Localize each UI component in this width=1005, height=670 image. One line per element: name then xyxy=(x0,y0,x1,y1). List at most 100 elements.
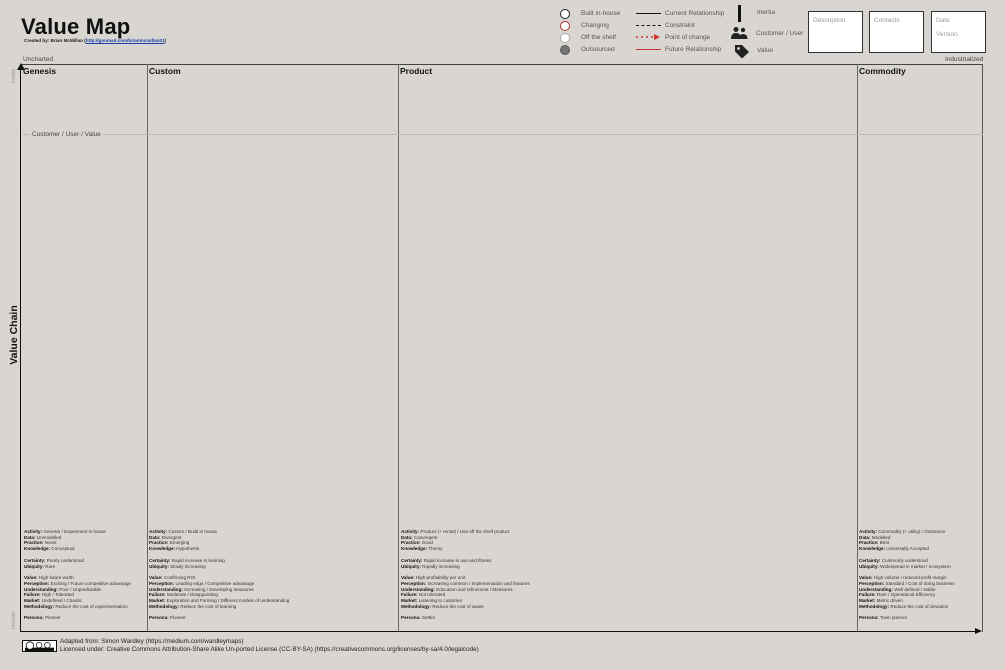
description-value: Convergent xyxy=(412,534,438,540)
description-value: Pioneer xyxy=(168,615,186,621)
description-key: Data: xyxy=(859,534,871,540)
description-key: Persona: xyxy=(24,615,44,621)
description-key: Certainty: xyxy=(859,557,881,563)
description-box[interactable]: Description xyxy=(808,11,863,53)
legend-point-of-change: Point of change xyxy=(665,34,711,41)
customer-user-value-label: Customer / User / Value xyxy=(30,131,103,138)
description-key: Failure: xyxy=(149,592,166,598)
description-value: Reduce the cost of deviation xyxy=(889,603,949,609)
description-value: Not tolerated xyxy=(417,592,446,598)
description-value: Education and refinement / Measures xyxy=(434,586,513,592)
column-custom: Custom xyxy=(149,66,181,76)
column-product: Product xyxy=(400,66,433,76)
description-value: Settler xyxy=(420,615,436,621)
legend-changing: Changing xyxy=(581,22,609,29)
description-key: Practice: xyxy=(401,540,421,546)
built-in-house-circle-icon xyxy=(560,9,570,19)
genesis-description: Activity: Genesis / Experiment in house D… xyxy=(24,529,131,621)
inertia-bar-icon xyxy=(738,5,741,22)
description-key: Failure: xyxy=(859,592,876,598)
divider-product xyxy=(398,64,399,632)
description-key: Failure: xyxy=(401,592,418,598)
changing-circle-icon xyxy=(560,21,570,31)
description-key: Practice: xyxy=(859,540,879,546)
description-value: Product (+ rental) / Use off the shelf p… xyxy=(419,529,510,534)
description-key: Methodology: xyxy=(24,603,55,609)
customer-user-value-line xyxy=(23,134,983,135)
description-key: Knowledge: xyxy=(149,546,176,552)
legend-constraint: Constraint xyxy=(665,22,695,29)
description-value: Unmodelled xyxy=(35,534,62,540)
description-key: Perception: xyxy=(859,580,885,586)
description-key: Persona: xyxy=(401,615,421,621)
description-value: Reduce the cost of waste xyxy=(431,603,484,609)
description-row: Methodology: Reduce the cost of deviatio… xyxy=(859,604,955,610)
legend-value: Value xyxy=(757,47,774,54)
description-value: Theory xyxy=(427,546,443,552)
value-chain-label: Value Chain xyxy=(8,305,20,365)
description-value: Increasing common / Implementation and f… xyxy=(426,580,530,586)
off-the-shelf-circle-icon xyxy=(560,33,570,43)
description-key: Activity: xyxy=(24,529,43,534)
point-of-change-arrow-icon xyxy=(636,34,660,40)
description-value: High profitability per unit xyxy=(414,575,466,581)
description-row: Persona: Settler xyxy=(401,615,530,621)
date-version-box[interactable]: Date Version xyxy=(931,11,986,53)
description-key: Activity: xyxy=(401,529,420,534)
description-key: Value: xyxy=(859,575,873,581)
description-key: Activity: xyxy=(859,529,878,534)
description-value: Well defined / stable xyxy=(892,586,936,592)
description-value: Hypothesis xyxy=(175,546,200,552)
description-key: Perception: xyxy=(24,580,50,586)
license-adapted-from: Adapted from: Simon Wardley (https://med… xyxy=(60,638,244,645)
map-right-border xyxy=(982,64,983,632)
divider-custom xyxy=(147,64,148,632)
description-value: Commonly understood xyxy=(880,557,928,563)
description-row: Methodology: Reduce the cost of experime… xyxy=(24,604,131,610)
page-title: Value Map xyxy=(21,14,131,39)
description-key: Data: xyxy=(149,534,161,540)
invisible-label: Invisible xyxy=(11,610,17,630)
description-value: Increasing / Developing measures xyxy=(182,586,254,592)
description-value: Metric driven xyxy=(875,598,903,604)
description-value: Listening to customer xyxy=(417,598,463,604)
description-label: Description xyxy=(813,17,846,24)
license-licensed-under: Licensed under: Creative Commons Attribu… xyxy=(60,646,479,653)
description-value: Reduce the cost of experimentation xyxy=(54,603,128,609)
description-value: Conceptual xyxy=(50,546,75,552)
evolution-arrow-icon xyxy=(975,628,982,634)
description-key: Understanding: xyxy=(401,586,435,592)
description-value: Town planner xyxy=(878,615,908,621)
description-value: Genesis / Experiment in house xyxy=(42,529,106,534)
legend-current-relationship: Current Relationship xyxy=(665,10,725,17)
description-value: Commodity (+ utility) / Outsource xyxy=(877,529,946,534)
contacts-box[interactable]: Contacts xyxy=(869,11,924,53)
description-value: Rare xyxy=(43,563,56,569)
date-label: Date xyxy=(936,17,950,24)
description-value: Reduce the cost of learning xyxy=(179,603,237,609)
created-by: Created by: Brian McMillan (http://gonma… xyxy=(24,38,167,43)
evolution-left-label: Uncharted xyxy=(23,56,53,63)
future-relationship-line-icon xyxy=(636,49,661,50)
description-value: Good xyxy=(420,540,433,546)
legend-outsourced: Outsourced xyxy=(581,46,615,53)
description-key: Knowledge: xyxy=(24,546,51,552)
description-value: High future worth xyxy=(37,575,74,581)
value-chain-axis xyxy=(20,70,21,632)
author-link[interactable]: http://gonmad.com/brianmcmillan01 xyxy=(86,38,165,43)
description-value: Custom / Build in house xyxy=(167,529,217,534)
version-label: Version xyxy=(936,31,958,38)
description-key: Practice: xyxy=(149,540,169,546)
description-key: Knowledge: xyxy=(859,546,886,552)
description-value: Emerging xyxy=(168,540,190,546)
description-row: Persona: Pioneer xyxy=(149,615,289,621)
description-key: Persona: xyxy=(859,615,879,621)
description-key: Understanding: xyxy=(859,586,893,592)
description-row: Persona: Pioneer xyxy=(24,615,131,621)
description-value: Divergent xyxy=(160,534,182,540)
description-key: Ubiquity: xyxy=(149,563,169,569)
legend-built-in-house: Built in-house xyxy=(581,10,621,17)
description-key: Ubiquity: xyxy=(859,563,879,569)
description-key: Value: xyxy=(24,575,38,581)
divider-commodity xyxy=(857,64,858,632)
